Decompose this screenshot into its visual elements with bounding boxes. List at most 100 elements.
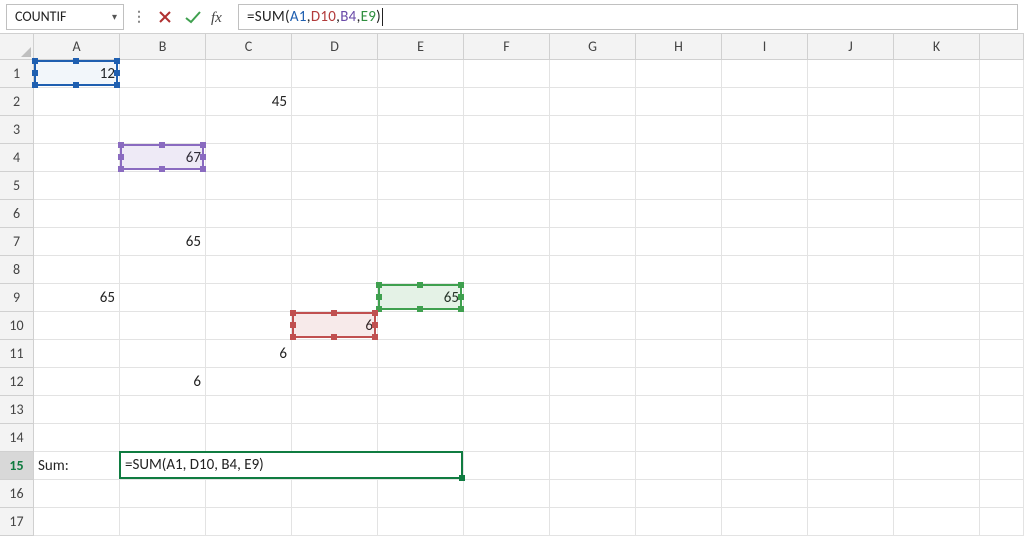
cell-K17[interactable] <box>894 508 980 536</box>
cell-C17[interactable] <box>206 508 292 536</box>
cell-C16[interactable] <box>206 480 292 508</box>
cell-E2[interactable] <box>378 88 464 116</box>
cell-H2[interactable] <box>636 88 722 116</box>
column-header-a[interactable]: A <box>34 34 120 60</box>
cell-G16[interactable] <box>550 480 636 508</box>
cell-J9[interactable] <box>808 284 894 312</box>
cell-B6[interactable] <box>120 200 206 228</box>
cell-D13[interactable] <box>292 396 378 424</box>
cell-J6[interactable] <box>808 200 894 228</box>
cell-A14[interactable] <box>34 424 120 452</box>
cell-C10[interactable] <box>206 312 292 340</box>
cell-A5[interactable] <box>34 172 120 200</box>
cell-A12[interactable] <box>34 368 120 396</box>
cell-B7[interactable]: 65 <box>120 228 206 256</box>
cell-A3[interactable] <box>34 116 120 144</box>
cell-F16[interactable] <box>464 480 550 508</box>
cell-C9[interactable] <box>206 284 292 312</box>
cell-J3[interactable] <box>808 116 894 144</box>
cell-G6[interactable] <box>550 200 636 228</box>
cell-A13[interactable] <box>34 396 120 424</box>
cell-C13[interactable] <box>206 396 292 424</box>
cell-F3[interactable] <box>464 116 550 144</box>
cell-I6[interactable] <box>722 200 808 228</box>
cell-A6[interactable] <box>34 200 120 228</box>
cell-B9[interactable] <box>120 284 206 312</box>
cell-A17[interactable] <box>34 508 120 536</box>
cell-J8[interactable] <box>808 256 894 284</box>
cells-area[interactable]: 124567656565666Sum:=SUM(A1, D10, B4, E9) <box>34 60 1024 538</box>
chevron-down-icon[interactable]: ▾ <box>112 10 117 23</box>
formula-input[interactable]: =SUM( A1 , D10 , B4 , E9 ) <box>238 4 1018 30</box>
cell-B2[interactable] <box>120 88 206 116</box>
row-header-17[interactable]: 17 <box>0 508 34 536</box>
row-header-3[interactable]: 3 <box>0 116 34 144</box>
cell-C14[interactable] <box>206 424 292 452</box>
cell-H16[interactable] <box>636 480 722 508</box>
row-header-9[interactable]: 9 <box>0 284 34 312</box>
cell-I11[interactable] <box>722 340 808 368</box>
cell-C3[interactable] <box>206 116 292 144</box>
row-header-7[interactable]: 7 <box>0 228 34 256</box>
cell-K16[interactable] <box>894 480 980 508</box>
cell-F17[interactable] <box>464 508 550 536</box>
cell-E11[interactable] <box>378 340 464 368</box>
cell-H10[interactable] <box>636 312 722 340</box>
cell-G4[interactable] <box>550 144 636 172</box>
cell-F15[interactable] <box>464 452 550 480</box>
cell-D11[interactable] <box>292 340 378 368</box>
row-header-1[interactable]: 1 <box>0 60 34 88</box>
column-header-c[interactable]: C <box>206 34 292 60</box>
cell-A11[interactable] <box>34 340 120 368</box>
cell-G15[interactable] <box>550 452 636 480</box>
cell-G7[interactable] <box>550 228 636 256</box>
cell-K12[interactable] <box>894 368 980 396</box>
cell-K8[interactable] <box>894 256 980 284</box>
cell-F11[interactable] <box>464 340 550 368</box>
row-header-10[interactable]: 10 <box>0 312 34 340</box>
cell-J15[interactable] <box>808 452 894 480</box>
cell-K1[interactable] <box>894 60 980 88</box>
row-header-4[interactable]: 4 <box>0 144 34 172</box>
cell-I1[interactable] <box>722 60 808 88</box>
cell-J17[interactable] <box>808 508 894 536</box>
cell-I10[interactable] <box>722 312 808 340</box>
cell-A10[interactable] <box>34 312 120 340</box>
cell-F6[interactable] <box>464 200 550 228</box>
cell-D8[interactable] <box>292 256 378 284</box>
cell-J14[interactable] <box>808 424 894 452</box>
cell-I5[interactable] <box>722 172 808 200</box>
cell-A9[interactable]: 65 <box>34 284 120 312</box>
cell-K15[interactable] <box>894 452 980 480</box>
cell-D1[interactable] <box>292 60 378 88</box>
cell-G13[interactable] <box>550 396 636 424</box>
row-header-12[interactable]: 12 <box>0 368 34 396</box>
cell-F12[interactable] <box>464 368 550 396</box>
row-header-5[interactable]: 5 <box>0 172 34 200</box>
column-header-i[interactable]: I <box>722 34 808 60</box>
column-header-g[interactable]: G <box>550 34 636 60</box>
cell-B4[interactable]: 67 <box>120 144 206 172</box>
cell-B17[interactable] <box>120 508 206 536</box>
cell-G14[interactable] <box>550 424 636 452</box>
cell-B3[interactable] <box>120 116 206 144</box>
column-header-e[interactable]: E <box>378 34 464 60</box>
cell-K3[interactable] <box>894 116 980 144</box>
cell-D16[interactable] <box>292 480 378 508</box>
cell-F10[interactable] <box>464 312 550 340</box>
cell-D14[interactable] <box>292 424 378 452</box>
cell-E9[interactable]: 65 <box>378 284 464 312</box>
cell-E5[interactable] <box>378 172 464 200</box>
cell-G8[interactable] <box>550 256 636 284</box>
row-header-14[interactable]: 14 <box>0 424 34 452</box>
cell-E7[interactable] <box>378 228 464 256</box>
cell-H4[interactable] <box>636 144 722 172</box>
cell-B14[interactable] <box>120 424 206 452</box>
cell-K13[interactable] <box>894 396 980 424</box>
column-header-f[interactable]: F <box>464 34 550 60</box>
cell-G12[interactable] <box>550 368 636 396</box>
cell-D9[interactable] <box>292 284 378 312</box>
cell-D6[interactable] <box>292 200 378 228</box>
cell-H1[interactable] <box>636 60 722 88</box>
cell-I8[interactable] <box>722 256 808 284</box>
